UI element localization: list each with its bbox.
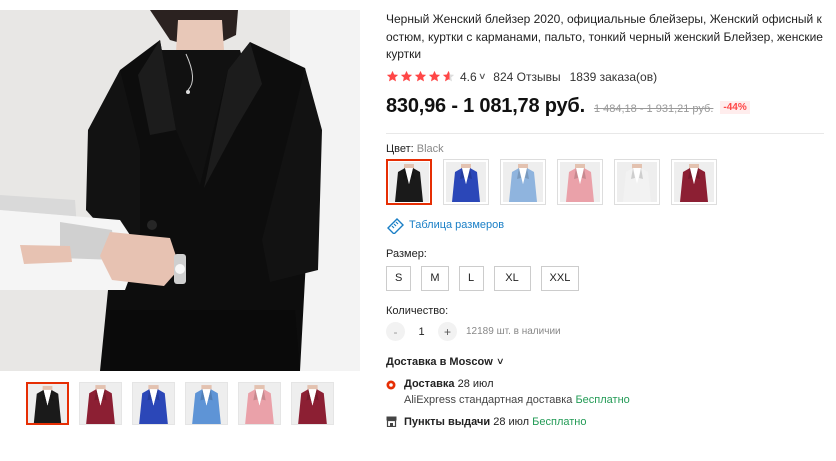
delivery-option: Доставка 28 июл AliExpress стандартная д… — [386, 378, 828, 406]
size-option-xxl[interactable]: XXL — [540, 265, 580, 291]
thumbnail-image — [28, 384, 67, 423]
swatch-image — [389, 161, 429, 202]
discount-badge: -44% — [720, 100, 750, 114]
swatch-image — [560, 161, 600, 202]
current-price: 830,96 - 1 081,78 руб. — [386, 94, 585, 117]
thumbnail-image — [239, 383, 280, 424]
delivery-destination-dropdown[interactable]: Доставка в Moscow ∨ — [386, 356, 828, 368]
delivery-free-label: Бесплатно — [575, 393, 630, 406]
thumbnail-burgundy-2[interactable] — [291, 382, 334, 425]
thumbnail-black[interactable] — [26, 382, 69, 425]
quantity-label: Количество: — [386, 304, 449, 317]
color-swatch-white[interactable] — [614, 158, 660, 205]
divider — [386, 132, 824, 134]
quantity-stepper: - 1 + 12189 шт. в наличии — [386, 322, 828, 342]
swatch-image — [674, 161, 714, 202]
thumbnail-image — [80, 383, 121, 424]
delivery-carrier: AliExpress стандартная доставка Бесплатн… — [404, 394, 630, 406]
price-row: 830,96 - 1 081,78 руб. 1 484,18 - 1 931,… — [386, 95, 828, 121]
main-product-photo[interactable] — [0, 10, 360, 371]
swatch-image — [446, 161, 486, 202]
color-swatch-pink[interactable] — [557, 158, 603, 205]
thumbnail-royal-blue[interactable] — [132, 382, 175, 425]
size-table-link[interactable]: Таблица размеров — [386, 217, 828, 234]
rating-value: 4.6 — [460, 69, 477, 84]
store-icon — [386, 416, 397, 427]
delivery-title: Доставка 28 июл — [404, 378, 630, 390]
size-table-label: Таблица размеров — [409, 219, 505, 231]
thumbnail-image — [186, 383, 227, 424]
chevron-down-icon: ∨ — [495, 356, 505, 366]
delivery-destination-label: Доставка в Moscow — [386, 355, 493, 368]
delivery-title-text: Доставка — [404, 377, 455, 390]
star-icon — [414, 70, 427, 82]
pickup-option: Пункты выдачи 28 июл Бесплатно — [386, 416, 828, 428]
thumbnail-light-blue[interactable] — [185, 382, 228, 425]
color-label-text: Цвет: — [386, 142, 414, 155]
chevron-down-icon[interactable]: ∨ — [478, 71, 487, 82]
rating-stars — [386, 70, 455, 83]
star-icon — [386, 70, 399, 82]
selected-color-value: Black — [416, 142, 444, 155]
quantity-value[interactable]: 1 — [405, 326, 438, 338]
color-swatch-black[interactable] — [386, 158, 432, 205]
size-label: Размер: — [386, 247, 427, 260]
star-icon — [442, 70, 455, 82]
quantity-minus-button[interactable]: - — [386, 322, 405, 341]
main-photo-image — [0, 10, 360, 371]
delivery-carrier-text: AliExpress стандартная доставка — [404, 393, 573, 406]
product-info: Черный Женский блейзер 2020, официальные… — [386, 11, 828, 428]
color-swatch-burgundy[interactable] — [671, 158, 717, 205]
pickup-date: 28 июл — [493, 415, 530, 428]
thumbnail-pink[interactable] — [238, 382, 281, 425]
size-options: S M L XL XXL — [386, 265, 828, 291]
stock-count: 12189 шт. в наличии — [466, 326, 561, 337]
orders-count: 1839 заказа(ов) — [569, 69, 658, 84]
delivery-date: 28 июл — [457, 377, 494, 390]
color-swatch-royal-blue[interactable] — [443, 158, 489, 205]
swatch-image — [503, 161, 543, 202]
thumbnail-strip — [26, 382, 334, 425]
color-swatches — [386, 158, 828, 205]
original-price: 1 484,18 - 1 931,21 руб. — [593, 102, 714, 115]
quantity-plus-button[interactable]: + — [438, 322, 457, 341]
size-option-xl[interactable]: XL — [493, 265, 531, 291]
thumbnail-image — [292, 383, 333, 424]
size-option-m[interactable]: M — [421, 265, 449, 291]
product-title: Черный Женский блейзер 2020, официальные… — [386, 12, 823, 61]
thumbnail-burgundy[interactable] — [79, 382, 122, 425]
swatch-image — [617, 161, 657, 202]
pickup-free-label: Бесплатно — [532, 415, 587, 428]
size-option-l[interactable]: L — [458, 265, 484, 291]
pickup-title: Пункты выдачи — [404, 415, 491, 428]
star-icon — [400, 70, 413, 82]
reviews-link[interactable]: 824 Отзывы — [493, 70, 560, 84]
ruler-icon — [387, 217, 404, 234]
color-label: Цвет: Black — [386, 143, 828, 155]
rating-row: 4.6 ∨ 824 Отзывы 1839 заказа(ов) — [386, 69, 828, 85]
location-pin-icon — [386, 380, 396, 389]
size-option-s[interactable]: S — [386, 265, 412, 291]
color-swatch-light-blue[interactable] — [500, 158, 546, 205]
thumbnail-image — [133, 383, 174, 424]
star-icon — [428, 70, 441, 82]
